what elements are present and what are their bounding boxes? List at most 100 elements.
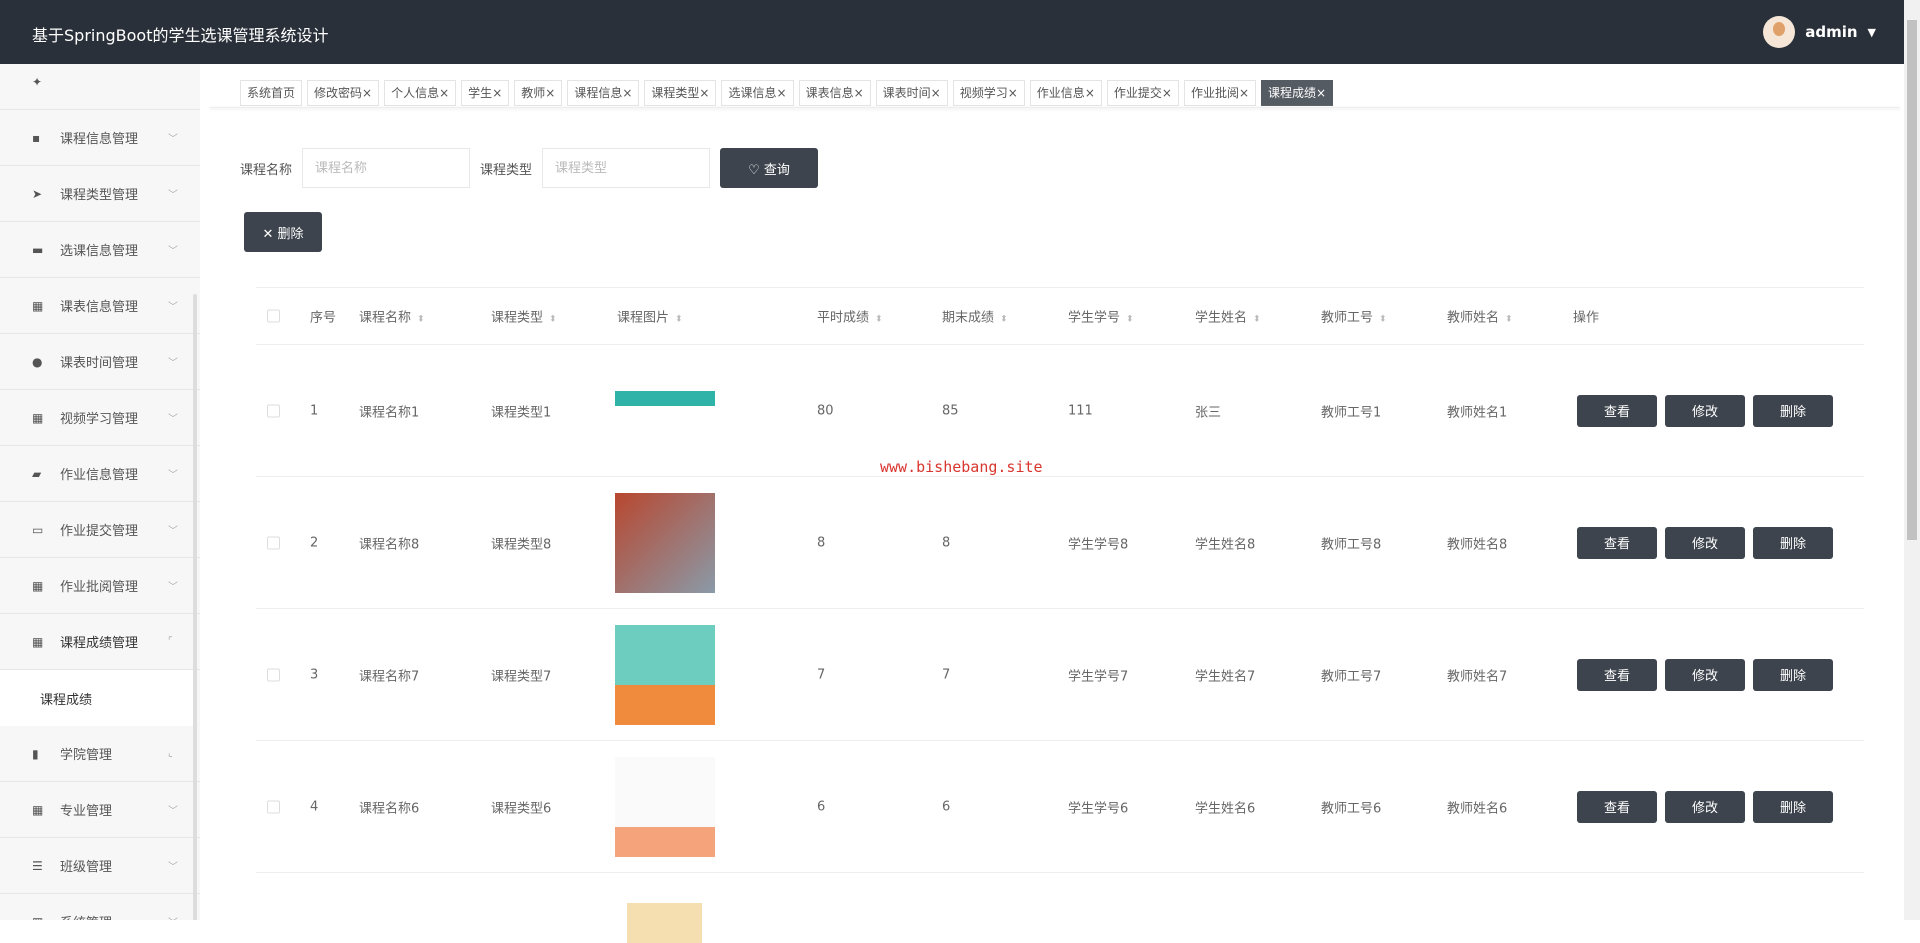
sort-icon[interactable]: ⬍ bbox=[1000, 315, 1008, 325]
row-checkbox[interactable] bbox=[267, 668, 280, 681]
edit-button[interactable]: 修改 bbox=[1665, 526, 1745, 559]
sidebar-item[interactable]: ▦ 专业管理 ﹀ bbox=[0, 782, 200, 838]
sidebar-item-label: 作业信息管理 bbox=[60, 468, 139, 483]
tab[interactable]: 作业批阅× bbox=[1183, 80, 1257, 106]
sidebar-item[interactable]: ☰ 班级管理 ﹀ bbox=[0, 838, 200, 894]
scrollbar-thumb[interactable] bbox=[1907, 20, 1917, 540]
close-tab-icon[interactable]: × bbox=[1316, 86, 1326, 100]
column-header[interactable]: 教师姓名 ⬍ bbox=[1447, 307, 1513, 326]
tab[interactable]: 作业信息× bbox=[1029, 80, 1102, 106]
tab[interactable]: 学生× bbox=[461, 80, 510, 106]
sidebar-item[interactable]: ▦ 作业批阅管理 ﹀ bbox=[0, 558, 200, 614]
course-type-input[interactable] bbox=[542, 148, 711, 188]
sidebar-item[interactable]: ▭ 作业提交管理 ﹀ bbox=[0, 502, 200, 558]
tab[interactable]: 课程成绩× bbox=[1261, 80, 1334, 106]
watermark: www.bishebang.site bbox=[880, 458, 1043, 476]
sort-icon[interactable]: ⬍ bbox=[417, 315, 425, 325]
column-header[interactable]: 学生学号 ⬍ bbox=[1068, 307, 1134, 326]
close-tab-icon[interactable]: × bbox=[362, 86, 372, 100]
sort-icon[interactable]: ⬍ bbox=[1505, 315, 1513, 325]
column-header[interactable]: 课程图片 ⬍ bbox=[617, 307, 683, 326]
table-cell: 张三 bbox=[1195, 405, 1222, 420]
table-cell: 教师姓名1 bbox=[1447, 405, 1508, 420]
view-button[interactable]: 查看 bbox=[1577, 790, 1657, 823]
view-button[interactable]: 查看 bbox=[1577, 658, 1657, 691]
sidebar-item-label: 作业批阅管理 bbox=[60, 580, 139, 595]
tab[interactable]: 修改密码× bbox=[307, 80, 380, 106]
username: admin bbox=[1805, 23, 1858, 41]
delete-row-button[interactable]: 删除 bbox=[1753, 394, 1833, 427]
close-tab-icon[interactable]: × bbox=[439, 86, 449, 100]
page-scrollbar[interactable] bbox=[1904, 0, 1920, 920]
tab[interactable]: 教师× bbox=[514, 80, 563, 106]
close-tab-icon[interactable]: × bbox=[1008, 86, 1018, 100]
sidebar-item[interactable]: ▦ 课程成绩管理 ⌜ bbox=[0, 614, 200, 670]
sidebar-item[interactable]: ▮ 学院管理 ⌞ bbox=[0, 726, 200, 782]
sidebar-item[interactable]: ▦ 视频学习管理 ﹀ bbox=[0, 390, 200, 446]
column-header[interactable]: 教师工号 ⬍ bbox=[1321, 307, 1387, 326]
tab[interactable]: 选课信息× bbox=[721, 80, 794, 106]
user-menu[interactable]: admin ▼ bbox=[1763, 16, 1876, 48]
view-button[interactable]: 查看 bbox=[1577, 394, 1657, 427]
delete-row-button[interactable]: 删除 bbox=[1753, 658, 1833, 691]
tab[interactable]: 作业提交× bbox=[1106, 80, 1179, 106]
sidebar-item-partial[interactable]: ✦ bbox=[0, 64, 200, 110]
close-tab-icon[interactable]: × bbox=[622, 86, 632, 100]
close-tab-icon[interactable]: × bbox=[1085, 86, 1095, 100]
column-header[interactable]: 学生姓名 ⬍ bbox=[1195, 307, 1261, 326]
close-tab-icon[interactable]: × bbox=[854, 86, 864, 100]
sort-icon[interactable]: ⬍ bbox=[549, 315, 557, 325]
close-tab-icon[interactable]: × bbox=[699, 86, 709, 100]
delete-row-button[interactable]: 删除 bbox=[1753, 790, 1833, 823]
table-cell: 4 bbox=[310, 799, 319, 814]
column-header[interactable]: 课程名称 ⬍ bbox=[359, 307, 425, 326]
edit-button[interactable]: 修改 bbox=[1665, 790, 1745, 823]
edit-button[interactable]: 修改 bbox=[1665, 658, 1745, 691]
sidebar-scrollbar[interactable] bbox=[193, 294, 197, 920]
column-header[interactable]: 课程类型 ⬍ bbox=[491, 307, 557, 326]
sort-icon[interactable]: ⬍ bbox=[1379, 315, 1387, 325]
monitor-icon: ▭ bbox=[32, 522, 44, 537]
row-checkbox[interactable] bbox=[267, 404, 280, 417]
query-button[interactable]: ♡ 查询 bbox=[720, 148, 819, 188]
close-tab-icon[interactable]: × bbox=[777, 86, 787, 100]
close-tab-icon[interactable]: × bbox=[931, 86, 941, 100]
course-name-input[interactable] bbox=[302, 148, 471, 188]
view-button[interactable]: 查看 bbox=[1577, 526, 1657, 559]
delete-row-button[interactable]: 删除 bbox=[1753, 526, 1833, 559]
select-all-checkbox[interactable] bbox=[267, 309, 280, 323]
tab[interactable]: 视频学习× bbox=[952, 80, 1025, 106]
sort-icon[interactable]: ⬍ bbox=[1253, 315, 1261, 325]
tab[interactable]: 课表时间× bbox=[875, 80, 948, 106]
table-cell: 教师工号1 bbox=[1321, 405, 1382, 420]
sidebar-item[interactable]: ▰ 作业信息管理 ﹀ bbox=[0, 446, 200, 502]
delete-button[interactable]: ✕ 删除 bbox=[244, 212, 322, 252]
close-tab-icon[interactable]: × bbox=[1162, 86, 1172, 100]
tab[interactable]: 系统首页 bbox=[240, 80, 303, 106]
sidebar-item[interactable]: ➤ 课程类型管理 ﹀ bbox=[0, 166, 200, 222]
sort-icon[interactable]: ⬍ bbox=[875, 315, 883, 325]
row-checkbox[interactable] bbox=[267, 536, 280, 549]
sidebar-item[interactable]: ▬ 选课信息管理 ﹀ bbox=[0, 222, 200, 278]
column-header: 操作 bbox=[1573, 310, 1600, 326]
close-tab-icon[interactable]: × bbox=[545, 86, 555, 100]
sort-icon[interactable]: ⬍ bbox=[675, 315, 683, 325]
tab[interactable]: 课表信息× bbox=[798, 80, 871, 106]
sort-icon[interactable]: ⬍ bbox=[1126, 315, 1134, 325]
column-header[interactable]: 平时成绩 ⬍ bbox=[817, 307, 883, 326]
tab[interactable]: 个人信息× bbox=[384, 80, 457, 106]
edit-button[interactable]: 修改 bbox=[1665, 394, 1745, 427]
sidebar-item[interactable]: ▪ 课程信息管理 ﹀ bbox=[0, 110, 200, 166]
chevron-up-icon: ⌜ bbox=[168, 636, 173, 647]
chevron-down-icon: ﹀ bbox=[168, 414, 178, 425]
tab[interactable]: 课程信息× bbox=[567, 80, 640, 106]
close-tab-icon[interactable]: × bbox=[492, 86, 502, 100]
sidebar-item[interactable]: ▦ 课表信息管理 ﹀ bbox=[0, 278, 200, 334]
row-checkbox[interactable] bbox=[267, 800, 280, 813]
tab[interactable]: 课程类型× bbox=[644, 80, 717, 106]
sidebar-item[interactable]: ▦ 系统管理 ﹀ bbox=[0, 894, 200, 921]
sidebar-item[interactable]: ● 课表时间管理 ﹀ bbox=[0, 334, 200, 390]
submenu-item-course-grades[interactable]: 课程成绩 bbox=[0, 670, 193, 726]
column-header[interactable]: 期末成绩 ⬍ bbox=[942, 307, 1008, 326]
close-tab-icon[interactable]: × bbox=[1239, 86, 1249, 100]
